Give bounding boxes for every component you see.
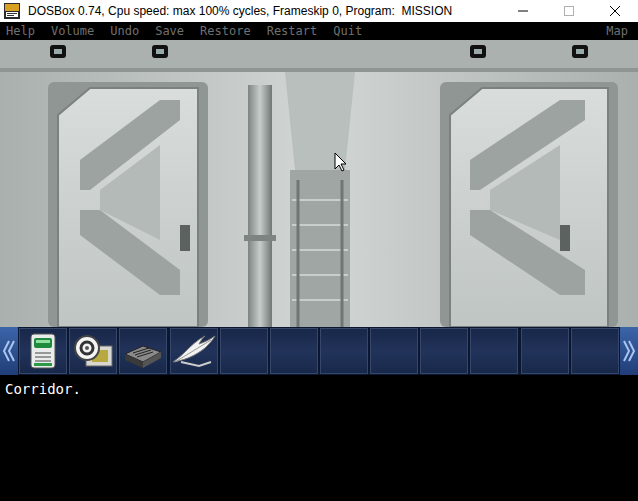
window-title: DOSBox 0.74, Cpu speed: max 100% cycles,… (24, 0, 500, 22)
menu-item[interactable]: Undo (110, 22, 139, 40)
inventory-slot[interactable] (370, 328, 418, 374)
menu-item[interactable]: Help (6, 22, 35, 40)
menu-item[interactable]: Quit (333, 22, 362, 40)
menu-item[interactable]: Volume (51, 22, 94, 40)
menu-item[interactable]: Restart (267, 22, 318, 40)
menu-bar: Help Volume Undo Save Restore Restart Quit Map (0, 22, 638, 40)
message-area: Corridor. (0, 375, 638, 501)
inventory-slot[interactable] (521, 328, 569, 374)
map-menu[interactable]: Map (606, 22, 632, 40)
inventory-slot[interactable] (571, 328, 619, 374)
minimize-icon[interactable] (500, 0, 546, 22)
disc-drive-icon[interactable] (72, 332, 114, 370)
game-scene[interactable] (0, 40, 638, 327)
device-icon[interactable] (121, 332, 165, 370)
inventory-slot[interactable] (19, 328, 67, 374)
close-icon[interactable] (592, 0, 638, 22)
inventory-slot[interactable] (270, 328, 318, 374)
inventory-slot[interactable] (69, 328, 117, 374)
scroll-right-icon[interactable] (620, 327, 638, 375)
message-text: Corridor. (5, 379, 633, 400)
inventory-slot[interactable] (320, 328, 368, 374)
menu-item[interactable]: Restore (200, 22, 251, 40)
inventory-slot[interactable] (170, 328, 218, 374)
title-bar: DOSBox 0.74, Cpu speed: max 100% cycles,… (0, 0, 638, 22)
dosbox-icon (0, 3, 24, 19)
inventory-slot[interactable] (470, 328, 518, 374)
maximize-icon[interactable] (546, 0, 592, 22)
inventory-bar (0, 327, 638, 375)
inventory-slot[interactable] (420, 328, 468, 374)
keycard-icon[interactable] (26, 332, 60, 370)
inventory-slot[interactable] (119, 328, 167, 374)
menu-item[interactable]: Save (155, 22, 184, 40)
scroll-left-icon[interactable] (0, 327, 18, 375)
inventory-slot[interactable] (220, 328, 268, 374)
feather-icon[interactable] (171, 332, 217, 370)
